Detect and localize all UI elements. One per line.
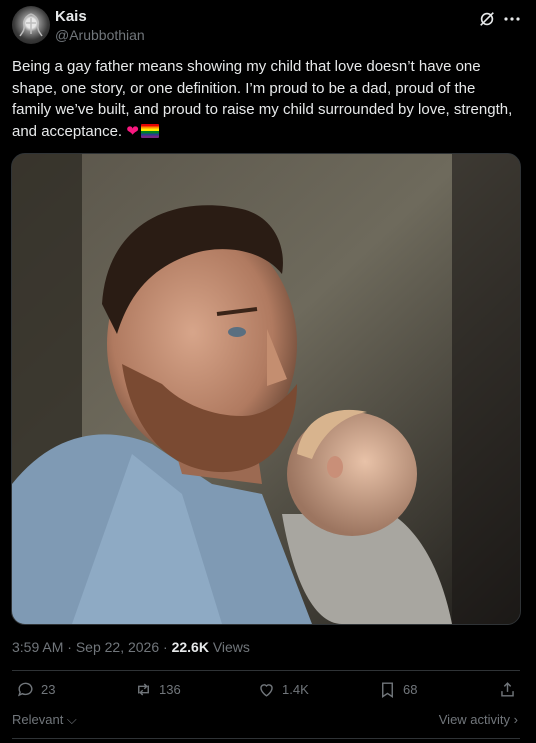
- avatar[interactable]: [12, 6, 50, 44]
- repost-count: 136: [159, 682, 181, 697]
- tweet-photo[interactable]: [11, 153, 521, 625]
- tweet-meta: 3:59 AM · Sep 22, 2026 · 22.6K Views: [12, 639, 250, 655]
- divider-bottom: [12, 738, 520, 739]
- share-button[interactable]: [498, 680, 517, 699]
- reply-count: 23: [41, 682, 56, 697]
- action-bar: 23 136 1.4K 68: [12, 680, 520, 704]
- chevron-down-icon: ⌵: [63, 712, 77, 727]
- tweet-date[interactable]: Sep 22, 2026: [76, 639, 159, 655]
- red-heart-icon: ❤: [126, 122, 139, 140]
- divider-top: [12, 670, 520, 671]
- repost-icon: [138, 683, 149, 696]
- rainbow-flag-icon: [140, 123, 159, 138]
- bookmark-count: 68: [403, 682, 418, 697]
- author-handle[interactable]: @Arubbothian: [55, 27, 145, 43]
- like-button[interactable]: 1.4K: [257, 680, 309, 699]
- views-label: Views: [208, 639, 250, 655]
- bookmark-icon: [382, 682, 393, 698]
- reply-icon: [17, 682, 33, 697]
- chevron-right-icon: ›: [510, 712, 518, 727]
- relevant-sort-button[interactable]: Relevant ⌵: [12, 712, 77, 728]
- view-activity-link[interactable]: View activity ›: [439, 712, 518, 727]
- meta-separator: ·: [63, 639, 76, 655]
- grok-icon[interactable]: [478, 10, 496, 28]
- views-count[interactable]: 22.6K: [172, 639, 209, 655]
- photo-father-and-baby: [12, 154, 520, 624]
- tweet-body: Being a gay father means showing my chil…: [12, 58, 513, 140]
- relevant-label: Relevant: [12, 712, 64, 727]
- share-icon: [501, 682, 514, 697]
- reply-button[interactable]: 23: [16, 680, 55, 699]
- tweet-header: Kais @Arubbothian: [12, 6, 524, 46]
- tweet-time[interactable]: 3:59 AM: [12, 639, 63, 655]
- view-activity-label: View activity: [438, 712, 511, 727]
- repost-button[interactable]: 136: [134, 680, 181, 699]
- bookmark-button[interactable]: 68: [378, 680, 417, 699]
- meta-separator-2: ·: [159, 639, 172, 655]
- tweet-footer: Relevant ⌵ View activity ›: [12, 710, 520, 730]
- tweet-text: Being a gay father means showing my chil…: [12, 56, 517, 142]
- author-name[interactable]: Kais: [55, 8, 87, 25]
- like-count: 1.4K: [282, 682, 309, 697]
- more-options-icon[interactable]: [502, 9, 522, 29]
- heart-icon: [260, 684, 273, 697]
